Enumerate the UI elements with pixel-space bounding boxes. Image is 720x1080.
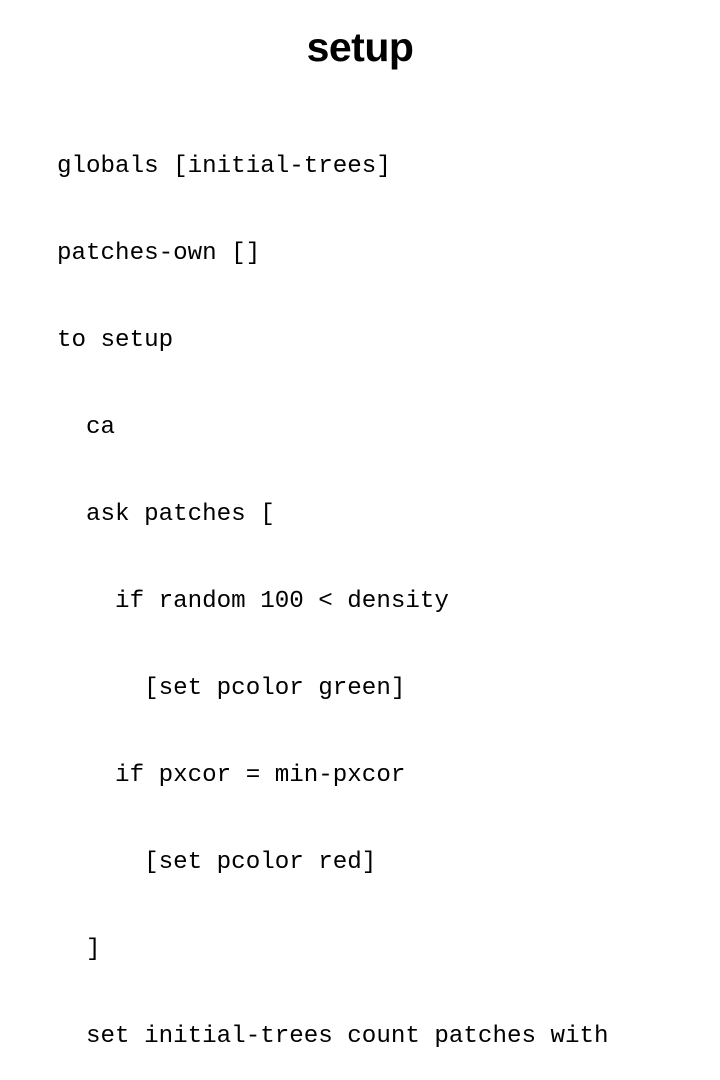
code-block: globals [initial-trees] patches-own [] t… bbox=[57, 94, 697, 1080]
slide-canvas: setup globals [initial-trees] patches-ow… bbox=[0, 0, 720, 1050]
code-line: set initial-trees count patches with bbox=[57, 1023, 609, 1050]
code-line: ca bbox=[57, 414, 116, 441]
code-line: to setup bbox=[57, 327, 174, 354]
code-line: patches-own [] bbox=[57, 240, 261, 267]
code-line: if pxcor = min-pxcor bbox=[57, 762, 406, 789]
code-line: [set pcolor red] bbox=[57, 849, 377, 876]
code-line: ] bbox=[57, 936, 101, 963]
page-title: setup bbox=[306, 24, 414, 70]
code-line: globals [initial-trees] bbox=[57, 153, 391, 180]
code-line: if random 100 < density bbox=[57, 588, 449, 615]
code-line: ask patches [ bbox=[57, 501, 275, 528]
code-line: [set pcolor green] bbox=[57, 675, 406, 702]
